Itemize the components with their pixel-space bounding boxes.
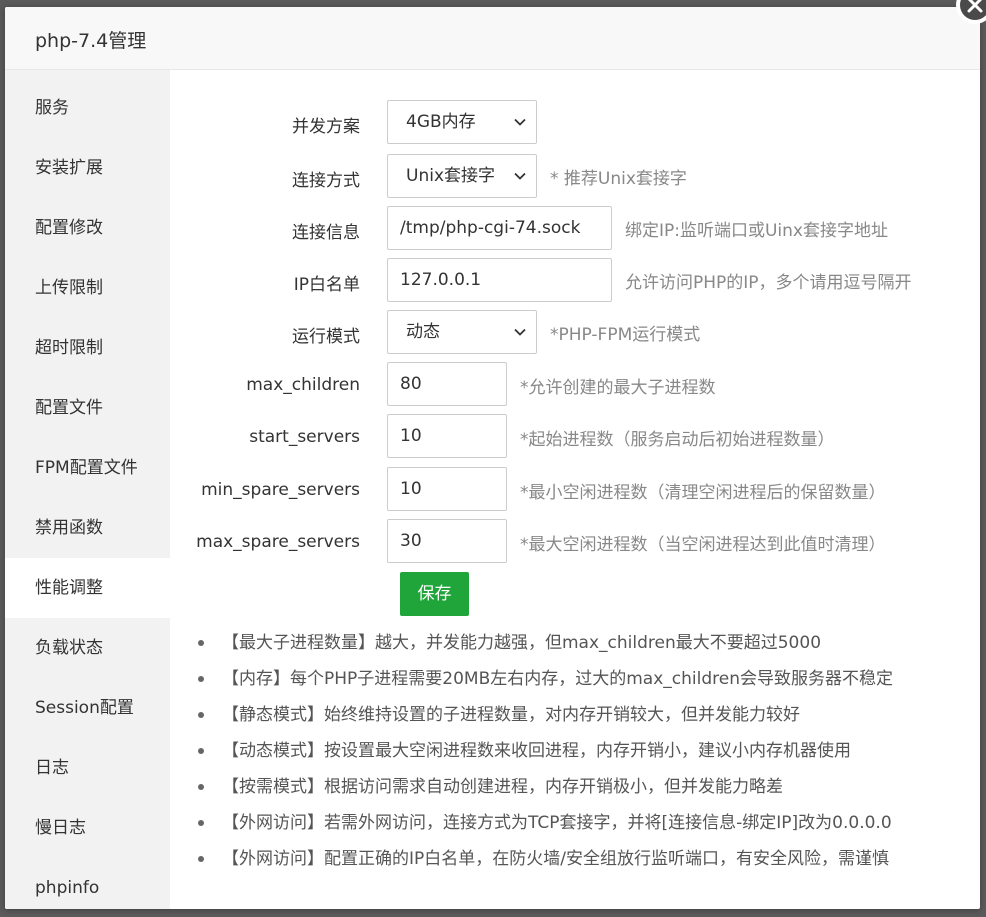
- ip-whitelist-hint: 允许访问PHP的IP，多个请用逗号隔开: [625, 273, 912, 293]
- sidebar-item-fpm-config-file[interactable]: FPM配置文件: [5, 438, 170, 498]
- sidebar-nav: 服务 安装扩展 配置修改 上传限制 超时限制 配置文件 FPM配置文件 禁用函数…: [5, 70, 170, 909]
- sidebar-item-log[interactable]: 日志: [5, 738, 170, 798]
- chevron-down-icon: [514, 328, 526, 336]
- conn-info-hint: 绑定IP:监听端口或Uinx套接字地址: [625, 221, 888, 241]
- sidebar-item-phpinfo[interactable]: phpinfo: [5, 858, 170, 909]
- performance-tuning-panel: 并发方案 4GB内存 连接方式 Unix套接字 * 推荐Unix套接字 连接信息…: [170, 70, 980, 909]
- max-children-label: max_children: [246, 375, 360, 395]
- bullet-icon: [198, 640, 204, 646]
- list-item: 【外网访问】若需外网访问，连接方式为TCP套接字，并将[连接信息-绑定IP]改为…: [192, 805, 893, 841]
- bullet-icon: [198, 784, 204, 790]
- sidebar-item-disabled-functions[interactable]: 禁用函数: [5, 498, 170, 558]
- bullet-icon: [198, 748, 204, 754]
- max-spare-servers-input[interactable]: 30: [387, 519, 507, 563]
- sidebar-item-config-file[interactable]: 配置文件: [5, 378, 170, 438]
- dialog-header: php-7.4管理: [5, 7, 980, 70]
- ip-whitelist-label: IP白名单: [293, 275, 360, 295]
- start-servers-hint: *起始进程数（服务启动后初始进程数量）: [520, 430, 835, 450]
- chevron-down-icon: [514, 118, 526, 126]
- bullet-icon: [198, 712, 204, 718]
- min-spare-servers-input[interactable]: 10: [387, 467, 507, 511]
- conn-method-label: 连接方式: [292, 171, 360, 191]
- concurrency-select-value: 4GB内存: [406, 112, 476, 132]
- sidebar-item-timeout-limit[interactable]: 超时限制: [5, 318, 170, 378]
- dialog-title: php-7.4管理: [35, 30, 147, 52]
- chevron-down-icon: [514, 172, 526, 180]
- ip-whitelist-input[interactable]: 127.0.0.1: [387, 258, 612, 302]
- max-spare-servers-label: max_spare_servers: [196, 532, 360, 552]
- save-button[interactable]: 保存: [400, 572, 469, 616]
- sidebar-item-session-config[interactable]: Session配置: [5, 678, 170, 738]
- max-spare-servers-hint: *最大空闲进程数（当空闲进程达到此值时清理）: [520, 535, 886, 555]
- min-spare-servers-label: min_spare_servers: [201, 480, 360, 500]
- list-item: 【内存】每个PHP子进程需要20MB左右内存，过大的max_children会导…: [192, 661, 893, 697]
- php-manager-dialog: php-7.4管理 服务 安装扩展 配置修改 上传限制 超时限制 配置文件 FP…: [5, 7, 980, 909]
- conn-method-select-value: Unix套接字: [406, 166, 496, 186]
- run-mode-label: 运行模式: [292, 327, 360, 347]
- list-item: 【按需模式】根据访问需求自动创建进程，内存开销极小，但并发能力略差: [192, 769, 893, 805]
- list-item: 【外网访问】配置正确的IP白名单，在防火墙/安全组放行监听端口，有安全风险，需谨…: [192, 841, 893, 877]
- run-mode-select-value: 动态: [406, 322, 440, 342]
- concurrency-select[interactable]: 4GB内存: [387, 100, 537, 144]
- start-servers-input[interactable]: 10: [387, 414, 507, 458]
- conn-method-select[interactable]: Unix套接字: [387, 154, 537, 198]
- sidebar-item-load-status[interactable]: 负载状态: [5, 618, 170, 678]
- max-children-hint: *允许创建的最大子进程数: [520, 378, 716, 398]
- list-item: 【最大子进程数量】越大，并发能力越强，但max_children最大不要超过50…: [192, 625, 893, 661]
- tips-list: 【最大子进程数量】越大，并发能力越强，但max_children最大不要超过50…: [192, 625, 893, 877]
- sidebar-item-upload-limit[interactable]: 上传限制: [5, 258, 170, 318]
- bullet-icon: [198, 820, 204, 826]
- conn-method-hint: * 推荐Unix套接字: [550, 169, 687, 189]
- run-mode-select[interactable]: 动态: [387, 310, 537, 354]
- close-icon: [960, 0, 986, 20]
- list-item: 【静态模式】始终维持设置的子进程数量，对内存开销较大，但并发能力较好: [192, 697, 893, 733]
- list-item: 【动态模式】按设置最大空闲进程数来收回进程，内存开销小，建议小内存机器使用: [192, 733, 893, 769]
- conn-info-input[interactable]: /tmp/php-cgi-74.sock: [387, 206, 612, 250]
- sidebar-item-performance-tuning[interactable]: 性能调整: [5, 558, 170, 618]
- bullet-icon: [198, 856, 204, 862]
- min-spare-servers-hint: *最小空闲进程数（清理空闲进程后的保留数量）: [520, 483, 886, 503]
- close-x-glyph: [967, 0, 983, 13]
- run-mode-hint: *PHP-FPM运行模式: [550, 325, 701, 345]
- sidebar-item-service[interactable]: 服务: [5, 78, 170, 138]
- start-servers-label: start_servers: [249, 427, 360, 447]
- sidebar-item-config-edit[interactable]: 配置修改: [5, 198, 170, 258]
- max-children-input[interactable]: 80: [387, 362, 507, 406]
- sidebar-item-slow-log[interactable]: 慢日志: [5, 798, 170, 858]
- bullet-icon: [198, 676, 204, 682]
- sidebar-item-install-extension[interactable]: 安装扩展: [5, 138, 170, 198]
- conn-info-label: 连接信息: [292, 223, 360, 243]
- concurrency-label: 并发方案: [292, 117, 360, 137]
